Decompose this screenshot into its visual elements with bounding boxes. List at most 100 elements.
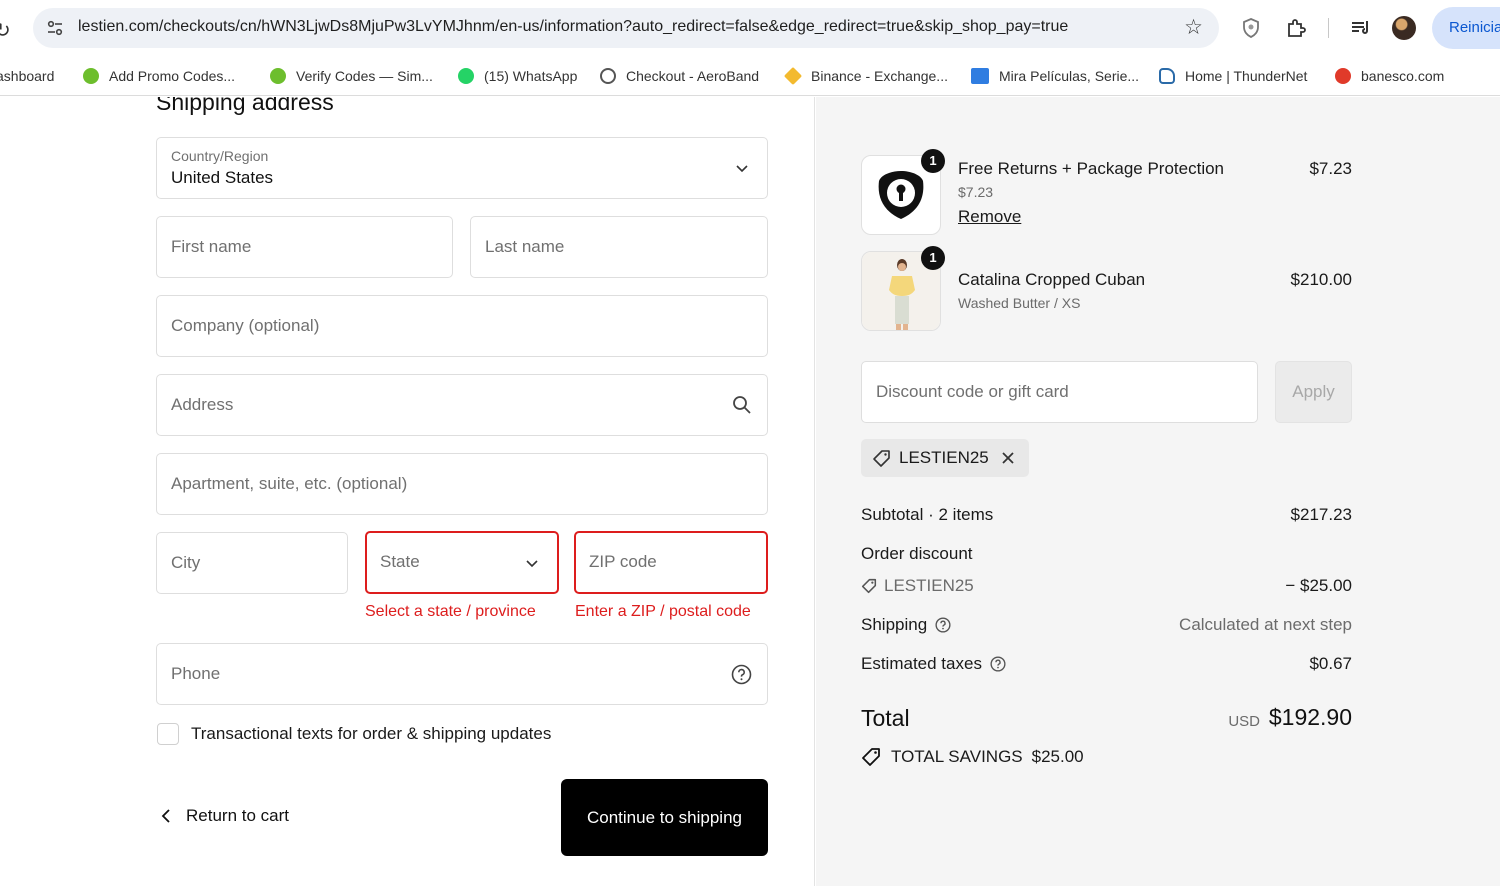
help-circle-icon[interactable] [935,617,951,633]
applied-discount-chip: LESTIEN25 [861,439,1029,477]
continue-to-shipping-button[interactable]: Continue to shipping [561,779,768,856]
country-value: United States [171,168,274,187]
address-placeholder: Address [171,395,234,414]
chevron-down-icon [526,560,538,568]
item-price: $7.23 [1309,159,1352,178]
tag-icon [873,450,890,467]
sms-updates-label: Transactional texts for order & shipping… [191,724,552,743]
item-price: $210.00 [1290,270,1352,289]
bookmark-label: (15) WhatsApp [484,68,578,84]
url-text[interactable]: lestien.com/checkouts/cn/hWN3LjwDs8MjuPw… [78,18,1068,36]
whatsapp-icon [458,68,474,84]
apartment-field[interactable]: Apartment, suite, etc. (optional) [156,453,768,515]
first-name-placeholder: First name [171,237,252,256]
apply-discount-button[interactable]: Apply [1275,361,1352,423]
bookmark-thundernet[interactable]: Home | ThunderNet [1159,66,1307,86]
bookmark-whatsapp[interactable]: (15) WhatsApp [458,66,577,86]
thundernet-icon [1159,68,1175,84]
sms-updates-checkbox[interactable] [157,723,179,745]
bookmark-aeroband[interactable]: Checkout - AeroBand [600,66,759,86]
taxes-label: Estimated taxes [861,654,982,673]
globe-icon [600,68,616,84]
package-protection-shield-icon [878,171,924,219]
bookmark-dashboard[interactable]: ashboard [0,66,54,86]
extensions-puzzle-icon[interactable] [1284,16,1308,40]
subtotal-label: Subtotal · 2 items [861,505,994,524]
city-field[interactable]: City [156,532,348,594]
search-icon [733,396,751,414]
zip-field[interactable]: ZIP code [574,531,768,594]
total-currency: USD [1228,713,1260,730]
company-field[interactable]: Company (optional) [156,295,768,357]
bookmark-label: Mira Películas, Serie... [999,68,1140,84]
bookmark-add-promo-codes[interactable]: Add Promo Codes... [83,66,235,86]
bookmark-label: Binance - Exchange... [811,68,948,84]
bookmark-mira-peliculas[interactable]: Mira Películas, Serie... [971,66,1139,86]
item-subtitle: Washed Butter / XS [958,295,1081,311]
shield-extension-icon[interactable] [1239,16,1263,40]
site-info-icon[interactable] [45,18,65,38]
bookmark-label: Add Promo Codes... [109,68,236,84]
profile-avatar[interactable] [1392,16,1416,40]
address-bar[interactable]: lestien.com/checkouts/cn/hWN3LjwDs8MjuPw… [33,8,1219,48]
country-select[interactable]: Country/Region United States [156,137,768,199]
state-placeholder: State [380,552,420,571]
zip-error-message: Enter a ZIP / postal code [575,603,751,620]
media-queue-icon[interactable] [1349,16,1373,40]
check-leaf-icon [270,68,286,84]
remove-item-link[interactable]: Remove [958,207,1021,227]
apartment-placeholder: Apartment, suite, etc. (optional) [171,474,408,493]
order-summary-panel: 1 Free Returns + Package Protection $7.2… [816,97,1500,886]
last-name-placeholder: Last name [485,237,565,256]
reload-icon[interactable]: ↻ [0,18,11,42]
section-title: Shipping address [156,97,334,115]
zip-placeholder: ZIP code [589,552,657,571]
state-select[interactable]: State [365,531,559,594]
discount-code-input[interactable]: Discount code or gift card [861,361,1258,423]
savings-value: $25.00 [1031,747,1084,766]
chevron-down-icon [736,165,748,173]
browser-toolbar: ↻ lestien.com/checkouts/cn/hWN3LjwDs8Mju… [0,0,1500,56]
bookmark-star-icon[interactable]: ☆ [1184,15,1203,39]
close-icon[interactable] [1001,451,1015,465]
total-value: $192.90 [1268,704,1352,730]
bookmark-label: Home | ThunderNet [1185,68,1308,84]
banesco-icon [1335,68,1351,84]
help-circle-icon[interactable] [990,656,1006,672]
discount-code-text: LESTIEN25 [884,576,974,595]
bookmark-label: banesco.com [1361,68,1445,84]
bookmark-binance[interactable]: Binance - Exchange... [783,66,948,86]
item-name: Free Returns + Package Protection [958,159,1224,178]
address-field[interactable]: Address [156,374,768,436]
bookmark-banesco[interactable]: banesco.com [1335,66,1444,86]
first-name-field[interactable]: First name [156,216,453,278]
last-name-field[interactable]: Last name [470,216,768,278]
quantity-badge: 1 [921,246,945,270]
shipping-row: Shipping [861,615,951,635]
return-to-cart-link[interactable]: Return to cart [160,806,289,826]
shipping-form-panel: Shipping address Country/Region United S… [0,97,815,886]
item-subtitle: $7.23 [958,184,994,200]
tag-icon [861,578,877,594]
discount-placeholder: Discount code or gift card [876,382,1069,401]
quantity-badge: 1 [921,149,945,173]
total-savings-row: TOTAL SAVINGS $25.00 [861,747,1084,767]
bookmark-verify-codes[interactable]: Verify Codes — Sim... [270,66,433,86]
company-placeholder: Company (optional) [171,316,320,335]
shipping-value: Calculated at next step [1179,615,1352,634]
return-to-cart-label: Return to cart [186,806,289,825]
help-circle-icon[interactable] [731,664,752,685]
bookmark-label: Verify Codes — Sim... [296,68,433,84]
tag-icon [862,748,880,766]
bookmarks-bar: ashboard Add Promo Codes... Verify Codes… [0,56,1500,96]
order-discount-label: Order discount [861,544,973,563]
toolbar-divider [1328,18,1329,38]
bookmark-label: ashboard [0,68,55,84]
applied-code-text: LESTIEN25 [899,448,989,467]
check-leaf-icon [83,68,99,84]
savings-label: TOTAL SAVINGS [891,747,1023,766]
city-placeholder: City [171,553,201,572]
chevron-left-icon [161,809,170,823]
restart-update-button[interactable]: Reinicia [1432,7,1500,49]
phone-field[interactable]: Phone [156,643,768,705]
